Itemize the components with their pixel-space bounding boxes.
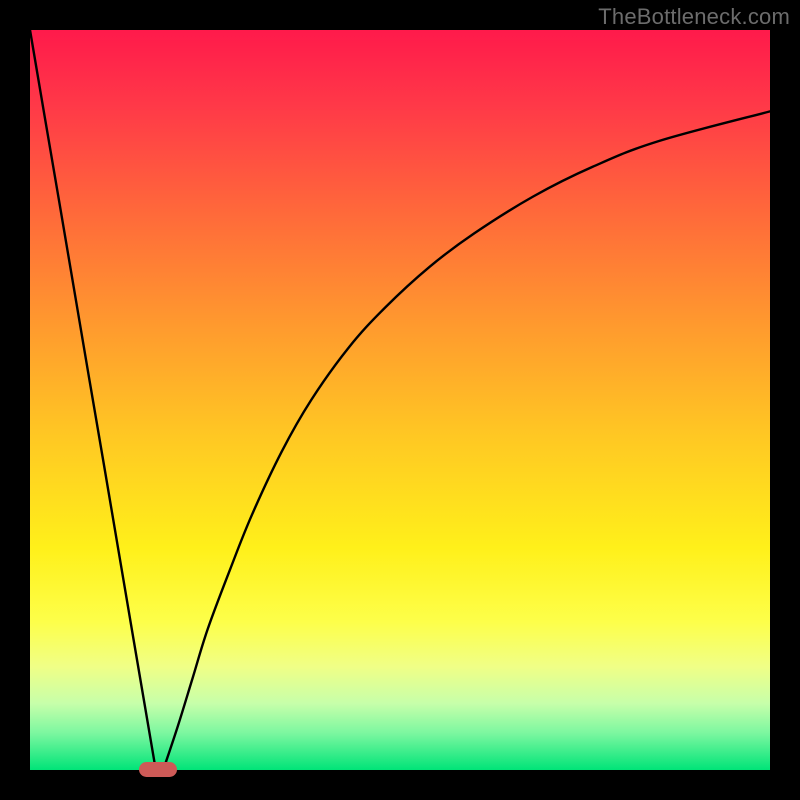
- right-branch-line: [163, 111, 770, 770]
- left-branch-line: [30, 30, 156, 770]
- watermark-text: TheBottleneck.com: [598, 4, 790, 30]
- curve-layer: [30, 30, 770, 770]
- plot-area: [30, 30, 770, 770]
- chart-frame: TheBottleneck.com: [0, 0, 800, 800]
- optimal-marker: [139, 762, 177, 777]
